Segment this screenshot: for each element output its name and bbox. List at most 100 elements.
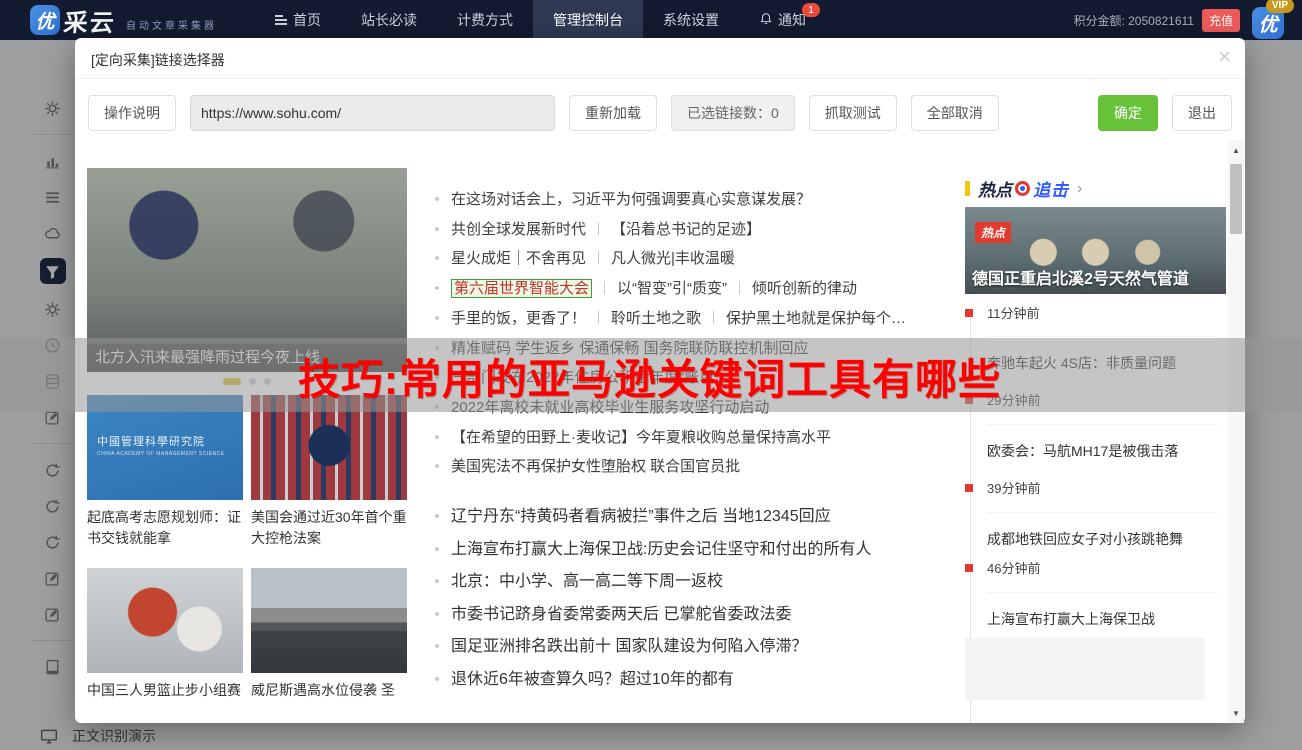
timeline-news-link[interactable]: 上海宣布打赢大上海保卫战 [987, 592, 1217, 629]
recharge-button[interactable]: 充值 [1201, 8, 1240, 32]
exit-button[interactable]: 退出 [1172, 95, 1232, 131]
nav-item-home[interactable]: 首页 [255, 0, 341, 40]
nav-item-settings[interactable]: 系统设置 [643, 0, 739, 40]
bullet-dot [435, 546, 439, 551]
thumb-card[interactable]: 中國管理科學研究院 CHINA ACADEMY OF MANAGEMENT SCI… [87, 395, 243, 549]
cancel-all-button[interactable]: 全部取消 [910, 95, 999, 131]
news-link-text[interactable]: 保护黑土地就是保护每个… [726, 310, 906, 327]
selected-count-field: 已选链接数：0 [671, 95, 795, 131]
news-link-text[interactable]: 星火成炬｜不舍再见 [451, 250, 586, 267]
time-label: 11分钟前 [987, 306, 1040, 321]
thumb-card[interactable]: 威尼斯遇高水位侵袭 圣 [251, 568, 407, 701]
nav-item-console[interactable]: 管理控制台 [533, 0, 643, 40]
news-link-text[interactable]: 北京：中小学、高一高二等下周一返校 [451, 573, 723, 590]
thumb-card[interactable]: 美国会通过近30年首个重大控枪法案 [251, 395, 407, 549]
brand-name: 采云 [62, 9, 118, 37]
news-link-text[interactable]: 上海宣布打赢大上海保卫战:历史会记住坚守和付出的所有人 [451, 541, 871, 558]
hot-pursuit-header[interactable]: 热点 追击 › [965, 176, 1082, 201]
nav-item-billing[interactable]: 计费方式 [437, 0, 533, 40]
brand-subtitle: 自动文章采集器 [126, 20, 217, 32]
news-link-text[interactable]: 市委书记跻身省委常委两天后 已掌舵省委政法委 [451, 606, 791, 623]
news-link-text[interactable]: 退休近6年被查算久吗？超过10年的都有 [451, 671, 734, 688]
chevron-right-icon: › [1077, 179, 1083, 197]
news-link[interactable]: 手里的饭，更香了！ 聆听土地之歌 保护黑土地就是保护每个… [435, 307, 906, 328]
news-link-text[interactable]: 手里的饭，更香了！ [451, 310, 586, 327]
thumb-card[interactable]: 中国三人男篮止步小组赛 [87, 568, 243, 701]
nav-item-notifications[interactable]: 通知 1 [739, 0, 826, 40]
news-link-text[interactable]: 辽宁丹东“持黄码者看病被拦”事件之后 当地12345回应 [451, 508, 831, 525]
marquee-text: 技巧:常用的亚马逊关键词工具有哪些 [298, 356, 1001, 403]
reload-button[interactable]: 重新加载 [569, 95, 657, 131]
hot-news-card[interactable]: 热点 德国正重启北溪2号天然气管道 [965, 207, 1226, 294]
help-button[interactable]: 操作说明 [88, 95, 176, 131]
confirm-button[interactable]: 确定 [1098, 95, 1158, 131]
thumb-image[interactable] [251, 568, 407, 673]
nav-item-webmaster-guide[interactable]: 站长必读 [341, 0, 437, 40]
news-link-text[interactable]: 【在希望的田野上·麦收记】今年夏粮收购总量保持高水平 [451, 429, 831, 446]
vip-badge: VIP [1265, 0, 1294, 13]
thumb-image[interactable] [87, 568, 243, 673]
news-link-text[interactable]: 【沿着总书记的足迹】 [611, 221, 761, 238]
news-link-text[interactable]: 共创全球发展新时代 [451, 221, 586, 238]
news-link[interactable]: 星火成炬｜不舍再见 凡人微光|丰收温暖 [435, 247, 735, 268]
news-link[interactable]: 美国宪法不再保护女性堕胎权 联合国官员批 [435, 455, 740, 476]
hot-card-title: 德国正重启北溪2号天然气管道 [972, 271, 1189, 288]
news-link[interactable]: 共创全球发展新时代 【沿着总书记的足迹】 [435, 218, 761, 239]
news-link-text[interactable]: 以“智变”引“质变” [617, 280, 727, 297]
selected-link[interactable]: 第六届世界智能大会 [451, 279, 593, 299]
timeline-marker [965, 563, 973, 572]
news-link[interactable]: 北京：中小学、高一高二等下周一返校 [435, 567, 723, 591]
news-link[interactable]: 市委书记跻身省委常委两天后 已掌舵省委政法委 [435, 600, 791, 624]
time-label: 46分钟前 [987, 561, 1041, 576]
news-link-text[interactable]: 聆听土地之歌 [611, 310, 701, 327]
brand-logo[interactable]: 优 采云 自动文章采集器 [30, 3, 217, 38]
grab-test-button[interactable]: 抓取测试 [808, 95, 897, 131]
close-icon[interactable]: × [1218, 46, 1231, 68]
thumb-caption[interactable]: 起底高考志愿规划师：证书交钱就能拿 [87, 507, 243, 549]
divider [75, 78, 1245, 79]
url-input[interactable] [190, 95, 555, 131]
bullet-dot [435, 644, 439, 648]
thumb-caption[interactable]: 威尼斯遇高水位侵袭 圣 [251, 680, 407, 701]
timeline-news-link[interactable]: 欧委会：马航MH17是被俄击落 [987, 424, 1217, 461]
timeline-time: 46分钟前 [965, 558, 1040, 577]
timeline-news-link[interactable]: 成都地铁回应女子对小孩跳艳舞 [987, 512, 1217, 549]
segment-divider [598, 251, 600, 265]
news-link-text[interactable]: 倾听创新的律动 [752, 280, 857, 297]
bullet-dot [435, 676, 439, 681]
news-link-text[interactable]: 凡人微光|丰收温暖 [611, 250, 735, 267]
bell-icon [759, 12, 773, 29]
nav-item-label: 站长必读 [361, 12, 417, 28]
menu-icon [275, 15, 287, 25]
news-link[interactable]: 上海宣布打赢大上海保卫战:历史会记住坚守和付出的所有人 [435, 535, 871, 559]
news-link[interactable]: 在这场对话会上，习近平为何强调要真心实意谋发展？ [435, 188, 811, 209]
logo-icon: 优 [30, 5, 60, 35]
nav-item-label: 首页 [293, 12, 321, 28]
bullet-dot [435, 464, 439, 469]
news-link[interactable]: 退休近6年被查算久吗？超过10年的都有 [435, 665, 734, 689]
top-nav: 优 采云 自动文章采集器 首页 站长必读 计费方式 管理控制台 系统设置 通知 1 积分金额… [0, 0, 1302, 40]
thumb-caption[interactable]: 美国会通过近30年首个重大控枪法案 [251, 507, 407, 549]
scroll-up-icon[interactable]: ▲ [1228, 142, 1244, 158]
news-link[interactable]: 【在希望的田野上·麦收记】今年夏粮收购总量保持高水平 [435, 426, 831, 447]
points-balance: 积分金额: 2050821611 [1073, 13, 1194, 28]
account-avatar[interactable]: VIP 优 [1248, 0, 1294, 40]
sign-subtext: CHINA ACADEMY OF MANAGEMENT SCIENCE [97, 451, 225, 457]
news-link-text[interactable]: 国足亚洲排名跌出前十 国家队建设为何陷入停滞？ [451, 638, 807, 655]
dialog-title: [定向采集]链接选择器 [91, 52, 225, 68]
bullet-dot [435, 315, 439, 320]
accent-bar [965, 181, 970, 196]
scroll-down-icon[interactable]: ▼ [1228, 705, 1244, 721]
news-link[interactable]: 国足亚洲排名跌出前十 国家队建设为何陷入停滞？ [435, 632, 807, 656]
page-scrollbar[interactable]: ▲ ▼ [1228, 140, 1244, 723]
segment-divider [604, 281, 606, 295]
dialog-toolbar: 操作说明 重新加载 已选链接数：0 抓取测试 全部取消 确定 退出 [88, 95, 1232, 131]
filler [965, 638, 1205, 700]
news-link[interactable]: 辽宁丹东“持黄码者看病被拦”事件之后 当地12345回应 [435, 502, 831, 526]
scrollbar-thumb[interactable] [1230, 164, 1242, 234]
thumb-caption[interactable]: 中国三人男篮止步小组赛 [87, 680, 243, 701]
news-link-text[interactable]: 在这场对话会上，习近平为何强调要真心实意谋发展？ [451, 191, 811, 208]
news-link[interactable]: 第六届世界智能大会 以“智变”引“质变” 倾听创新的律动 [435, 277, 857, 299]
news-link-text[interactable]: 美国宪法不再保护女性堕胎权 联合国官员批 [451, 458, 740, 475]
